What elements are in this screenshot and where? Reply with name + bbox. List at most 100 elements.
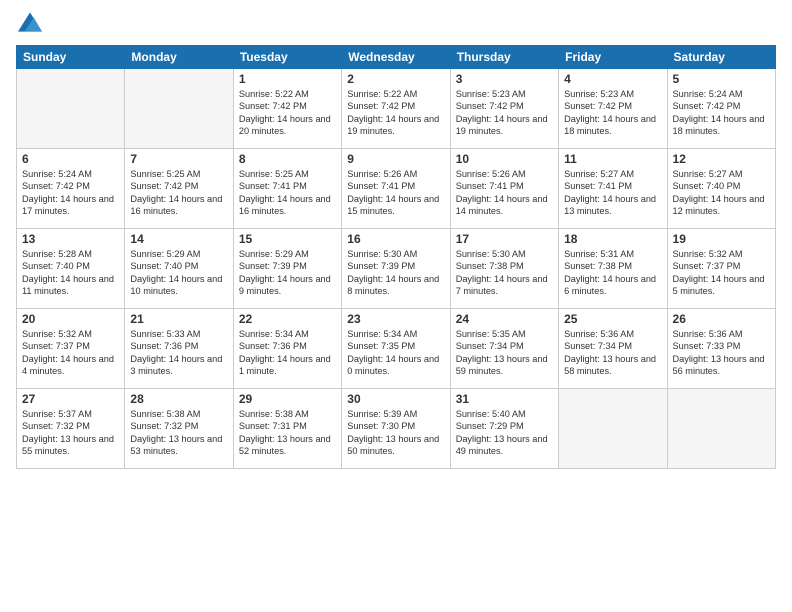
day-info: Sunrise: 5:33 AMSunset: 7:36 PMDaylight:…: [130, 328, 227, 378]
calendar-cell: 5 Sunrise: 5:24 AMSunset: 7:42 PMDayligh…: [667, 69, 775, 149]
day-number: 16: [347, 232, 444, 246]
calendar-cell: 10 Sunrise: 5:26 AMSunset: 7:41 PMDaylig…: [450, 149, 558, 229]
day-number: 21: [130, 312, 227, 326]
day-number: 1: [239, 72, 336, 86]
day-info: Sunrise: 5:37 AMSunset: 7:32 PMDaylight:…: [22, 408, 119, 458]
day-number: 19: [673, 232, 770, 246]
calendar-cell: [17, 69, 125, 149]
calendar-cell: 27 Sunrise: 5:37 AMSunset: 7:32 PMDaylig…: [17, 389, 125, 469]
calendar-cell: 21 Sunrise: 5:33 AMSunset: 7:36 PMDaylig…: [125, 309, 233, 389]
calendar-week-3: 13 Sunrise: 5:28 AMSunset: 7:40 PMDaylig…: [17, 229, 776, 309]
day-info: Sunrise: 5:30 AMSunset: 7:38 PMDaylight:…: [456, 248, 553, 298]
calendar-cell: 18 Sunrise: 5:31 AMSunset: 7:38 PMDaylig…: [559, 229, 667, 309]
day-number: 30: [347, 392, 444, 406]
day-info: Sunrise: 5:23 AMSunset: 7:42 PMDaylight:…: [564, 88, 661, 138]
calendar-cell: 17 Sunrise: 5:30 AMSunset: 7:38 PMDaylig…: [450, 229, 558, 309]
day-number: 31: [456, 392, 553, 406]
calendar-cell: 4 Sunrise: 5:23 AMSunset: 7:42 PMDayligh…: [559, 69, 667, 149]
day-info: Sunrise: 5:40 AMSunset: 7:29 PMDaylight:…: [456, 408, 553, 458]
day-info: Sunrise: 5:24 AMSunset: 7:42 PMDaylight:…: [673, 88, 770, 138]
day-number: 22: [239, 312, 336, 326]
day-info: Sunrise: 5:24 AMSunset: 7:42 PMDaylight:…: [22, 168, 119, 218]
calendar-cell: [125, 69, 233, 149]
weekday-header-thursday: Thursday: [450, 46, 558, 69]
calendar-week-2: 6 Sunrise: 5:24 AMSunset: 7:42 PMDayligh…: [17, 149, 776, 229]
day-info: Sunrise: 5:25 AMSunset: 7:41 PMDaylight:…: [239, 168, 336, 218]
day-info: Sunrise: 5:28 AMSunset: 7:40 PMDaylight:…: [22, 248, 119, 298]
day-number: 28: [130, 392, 227, 406]
day-number: 15: [239, 232, 336, 246]
day-number: 17: [456, 232, 553, 246]
page-header: [16, 12, 776, 37]
calendar-cell: 28 Sunrise: 5:38 AMSunset: 7:32 PMDaylig…: [125, 389, 233, 469]
day-number: 27: [22, 392, 119, 406]
day-info: Sunrise: 5:31 AMSunset: 7:38 PMDaylight:…: [564, 248, 661, 298]
weekday-header-monday: Monday: [125, 46, 233, 69]
day-info: Sunrise: 5:26 AMSunset: 7:41 PMDaylight:…: [347, 168, 444, 218]
calendar-cell: 16 Sunrise: 5:30 AMSunset: 7:39 PMDaylig…: [342, 229, 450, 309]
calendar-cell: 9 Sunrise: 5:26 AMSunset: 7:41 PMDayligh…: [342, 149, 450, 229]
day-number: 11: [564, 152, 661, 166]
calendar-cell: [559, 389, 667, 469]
day-number: 12: [673, 152, 770, 166]
day-number: 8: [239, 152, 336, 166]
day-number: 4: [564, 72, 661, 86]
calendar-cell: 2 Sunrise: 5:22 AMSunset: 7:42 PMDayligh…: [342, 69, 450, 149]
day-number: 9: [347, 152, 444, 166]
day-info: Sunrise: 5:26 AMSunset: 7:41 PMDaylight:…: [456, 168, 553, 218]
calendar-cell: 3 Sunrise: 5:23 AMSunset: 7:42 PMDayligh…: [450, 69, 558, 149]
logo-icon: [18, 12, 42, 32]
calendar-header-row: SundayMondayTuesdayWednesdayThursdayFrid…: [17, 46, 776, 69]
day-number: 18: [564, 232, 661, 246]
day-info: Sunrise: 5:34 AMSunset: 7:36 PMDaylight:…: [239, 328, 336, 378]
day-number: 2: [347, 72, 444, 86]
calendar-cell: 23 Sunrise: 5:34 AMSunset: 7:35 PMDaylig…: [342, 309, 450, 389]
day-info: Sunrise: 5:30 AMSunset: 7:39 PMDaylight:…: [347, 248, 444, 298]
calendar-week-1: 1 Sunrise: 5:22 AMSunset: 7:42 PMDayligh…: [17, 69, 776, 149]
calendar-cell: 12 Sunrise: 5:27 AMSunset: 7:40 PMDaylig…: [667, 149, 775, 229]
calendar-cell: 19 Sunrise: 5:32 AMSunset: 7:37 PMDaylig…: [667, 229, 775, 309]
day-number: 7: [130, 152, 227, 166]
weekday-header-sunday: Sunday: [17, 46, 125, 69]
weekday-header-saturday: Saturday: [667, 46, 775, 69]
calendar-cell: 8 Sunrise: 5:25 AMSunset: 7:41 PMDayligh…: [233, 149, 341, 229]
day-info: Sunrise: 5:32 AMSunset: 7:37 PMDaylight:…: [673, 248, 770, 298]
calendar-table: SundayMondayTuesdayWednesdayThursdayFrid…: [16, 45, 776, 469]
calendar-cell: 29 Sunrise: 5:38 AMSunset: 7:31 PMDaylig…: [233, 389, 341, 469]
day-number: 24: [456, 312, 553, 326]
calendar-cell: 11 Sunrise: 5:27 AMSunset: 7:41 PMDaylig…: [559, 149, 667, 229]
day-info: Sunrise: 5:27 AMSunset: 7:41 PMDaylight:…: [564, 168, 661, 218]
logo: [16, 12, 42, 37]
calendar-cell: 26 Sunrise: 5:36 AMSunset: 7:33 PMDaylig…: [667, 309, 775, 389]
day-number: 5: [673, 72, 770, 86]
day-number: 10: [456, 152, 553, 166]
calendar-cell: 13 Sunrise: 5:28 AMSunset: 7:40 PMDaylig…: [17, 229, 125, 309]
calendar-cell: 24 Sunrise: 5:35 AMSunset: 7:34 PMDaylig…: [450, 309, 558, 389]
day-number: 6: [22, 152, 119, 166]
day-number: 20: [22, 312, 119, 326]
day-info: Sunrise: 5:32 AMSunset: 7:37 PMDaylight:…: [22, 328, 119, 378]
calendar-cell: 1 Sunrise: 5:22 AMSunset: 7:42 PMDayligh…: [233, 69, 341, 149]
day-number: 14: [130, 232, 227, 246]
day-info: Sunrise: 5:38 AMSunset: 7:31 PMDaylight:…: [239, 408, 336, 458]
calendar-cell: 7 Sunrise: 5:25 AMSunset: 7:42 PMDayligh…: [125, 149, 233, 229]
day-info: Sunrise: 5:36 AMSunset: 7:33 PMDaylight:…: [673, 328, 770, 378]
weekday-header-wednesday: Wednesday: [342, 46, 450, 69]
day-number: 23: [347, 312, 444, 326]
calendar-cell: 15 Sunrise: 5:29 AMSunset: 7:39 PMDaylig…: [233, 229, 341, 309]
day-info: Sunrise: 5:29 AMSunset: 7:40 PMDaylight:…: [130, 248, 227, 298]
day-info: Sunrise: 5:22 AMSunset: 7:42 PMDaylight:…: [239, 88, 336, 138]
day-info: Sunrise: 5:25 AMSunset: 7:42 PMDaylight:…: [130, 168, 227, 218]
calendar-cell: [667, 389, 775, 469]
day-number: 26: [673, 312, 770, 326]
day-number: 25: [564, 312, 661, 326]
calendar-cell: 31 Sunrise: 5:40 AMSunset: 7:29 PMDaylig…: [450, 389, 558, 469]
calendar-body: 1 Sunrise: 5:22 AMSunset: 7:42 PMDayligh…: [17, 69, 776, 469]
day-info: Sunrise: 5:36 AMSunset: 7:34 PMDaylight:…: [564, 328, 661, 378]
calendar-cell: 25 Sunrise: 5:36 AMSunset: 7:34 PMDaylig…: [559, 309, 667, 389]
calendar-cell: 6 Sunrise: 5:24 AMSunset: 7:42 PMDayligh…: [17, 149, 125, 229]
day-info: Sunrise: 5:35 AMSunset: 7:34 PMDaylight:…: [456, 328, 553, 378]
day-info: Sunrise: 5:27 AMSunset: 7:40 PMDaylight:…: [673, 168, 770, 218]
day-number: 13: [22, 232, 119, 246]
day-info: Sunrise: 5:29 AMSunset: 7:39 PMDaylight:…: [239, 248, 336, 298]
